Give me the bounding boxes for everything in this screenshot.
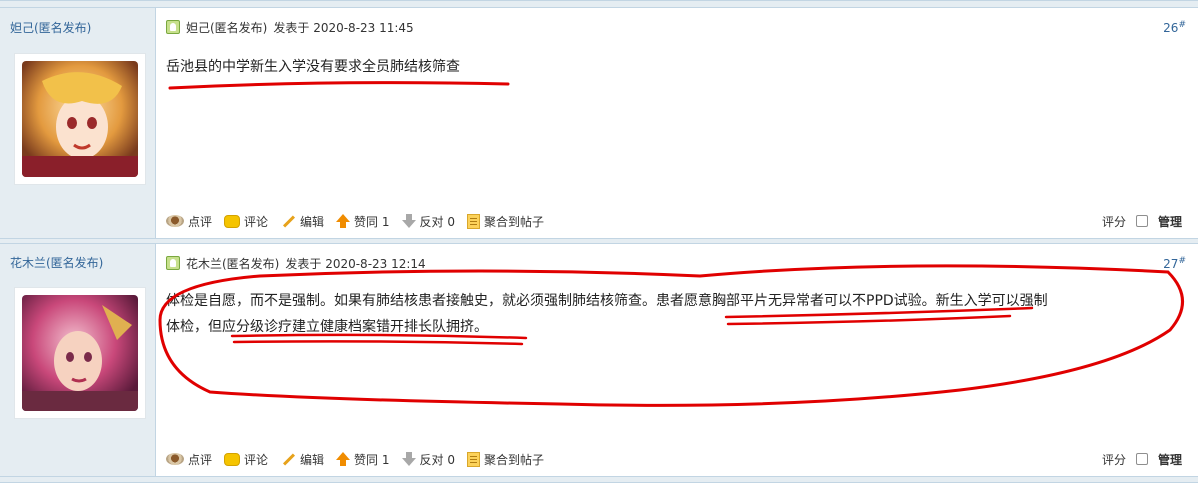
- rate-link[interactable]: 评分: [1102, 451, 1126, 468]
- comment-icon: [224, 452, 241, 466]
- manage-checkbox[interactable]: [1135, 453, 1148, 465]
- oppose-button[interactable]: 反对 0: [401, 213, 455, 230]
- floor-number[interactable]: 27#: [1163, 256, 1186, 271]
- collect-label: 聚合到帖子: [483, 214, 544, 229]
- thumb-down-icon: [401, 452, 416, 466]
- post-sidebar: 花木兰(匿名发布): [0, 244, 156, 476]
- manage-checkbox[interactable]: [1135, 215, 1148, 227]
- content-line-1: 体检是自愿，而不是强制。如果有肺结核患者接触史，就必须强制肺结核筛查。患者愿意胸…: [166, 293, 1048, 309]
- collect-icon: [466, 451, 480, 467]
- support-label: 赞同 1: [354, 452, 390, 467]
- review-button[interactable]: 点评: [166, 451, 212, 468]
- comment-button[interactable]: 评论: [224, 213, 268, 230]
- review-label: 点评: [188, 214, 213, 229]
- post-content: 岳池县的中学新生入学没有要求全员肺结核筛查: [166, 59, 460, 75]
- support-label: 赞同 1: [354, 214, 390, 229]
- manage-label[interactable]: 管理: [1158, 213, 1182, 230]
- edit-button[interactable]: 编辑: [280, 213, 324, 230]
- thumb-up-icon: [336, 214, 351, 228]
- post-admin: 评分 管理: [1102, 450, 1182, 468]
- support-button[interactable]: 赞同 1: [336, 451, 390, 468]
- oppose-label: 反对 0: [419, 452, 455, 467]
- online-icon: [166, 256, 180, 270]
- comment-button[interactable]: 评论: [224, 451, 268, 468]
- post-time: 发表于 2020-8-23 11:45: [273, 20, 414, 35]
- edit-label: 编辑: [300, 452, 325, 467]
- comment-label: 评论: [244, 214, 269, 229]
- review-icon: [166, 215, 184, 227]
- post-sidebar: 妲己(匿名发布): [0, 8, 156, 238]
- review-icon: [166, 453, 184, 465]
- meta-author[interactable]: 花木兰(匿名发布): [186, 255, 279, 272]
- avatar-image: [22, 295, 138, 411]
- meta-author[interactable]: 妲己(匿名发布): [186, 19, 267, 36]
- oppose-label: 反对 0: [419, 214, 455, 229]
- post-meta: 妲己(匿名发布) 发表于 2020-8-23 11:45: [166, 19, 414, 35]
- floor-number[interactable]: 26#: [1163, 20, 1186, 35]
- top-divider: [0, 0, 1198, 8]
- floor-number-value: 26: [1163, 21, 1179, 35]
- online-icon: [166, 20, 180, 34]
- collect-icon: [466, 213, 480, 229]
- rate-link[interactable]: 评分: [1102, 213, 1126, 230]
- author-link[interactable]: 妲己(匿名发布): [10, 19, 91, 36]
- edit-icon: [280, 452, 296, 466]
- post-content: 体检是自愿，而不是强制。如果有肺结核患者接触史，就必须强制肺结核筛查。患者愿意胸…: [166, 288, 1196, 340]
- comment-label: 评论: [244, 452, 269, 467]
- review-label: 点评: [188, 452, 213, 467]
- collect-button[interactable]: 聚合到帖子: [466, 451, 544, 468]
- avatar[interactable]: [14, 287, 146, 419]
- floor-number-value: 27: [1163, 257, 1179, 271]
- floor-mark: #: [1178, 20, 1186, 30]
- post-time: 发表于 2020-8-23 12:14: [285, 256, 426, 271]
- review-button[interactable]: 点评: [166, 213, 212, 230]
- post-meta: 花木兰(匿名发布) 发表于 2020-8-23 12:14: [166, 255, 426, 271]
- oppose-button[interactable]: 反对 0: [401, 451, 455, 468]
- collect-button[interactable]: 聚合到帖子: [466, 213, 544, 230]
- post-body: 妲己(匿名发布) 发表于 2020-8-23 11:45 26# 岳池县的中学新…: [156, 8, 1198, 238]
- post-27: 花木兰(匿名发布) 花木兰(匿名发布) 发表于 2020-8-23 12:14 …: [0, 244, 1198, 476]
- avatar[interactable]: [14, 53, 146, 185]
- thumb-down-icon: [401, 214, 416, 228]
- bottom-divider: [0, 476, 1198, 483]
- post-admin: 评分 管理: [1102, 212, 1182, 230]
- collect-label: 聚合到帖子: [483, 452, 544, 467]
- manage-label[interactable]: 管理: [1158, 451, 1182, 468]
- floor-mark: #: [1178, 256, 1186, 266]
- thumb-up-icon: [336, 452, 351, 466]
- edit-button[interactable]: 编辑: [280, 451, 324, 468]
- edit-label: 编辑: [300, 214, 325, 229]
- post-actions: 点评 评论 编辑 赞同 1 反对 0 聚合到帖子: [166, 450, 544, 468]
- support-button[interactable]: 赞同 1: [336, 213, 390, 230]
- post-actions: 点评 评论 编辑 赞同 1 反对 0 聚合到帖子: [166, 212, 544, 230]
- post-body: 花木兰(匿名发布) 发表于 2020-8-23 12:14 27# 体检是自愿，…: [156, 244, 1198, 476]
- author-link[interactable]: 花木兰(匿名发布): [10, 254, 103, 271]
- content-line-2: 体检，但应分级诊疗建立健康档案错开排长队拥挤。: [166, 319, 488, 335]
- avatar-image: [22, 61, 138, 177]
- post-26: 妲己(匿名发布) 妲己(匿名发布) 发表于 2020-8-23 11:45 26…: [0, 8, 1198, 238]
- comment-icon: [224, 214, 241, 228]
- edit-icon: [280, 214, 296, 228]
